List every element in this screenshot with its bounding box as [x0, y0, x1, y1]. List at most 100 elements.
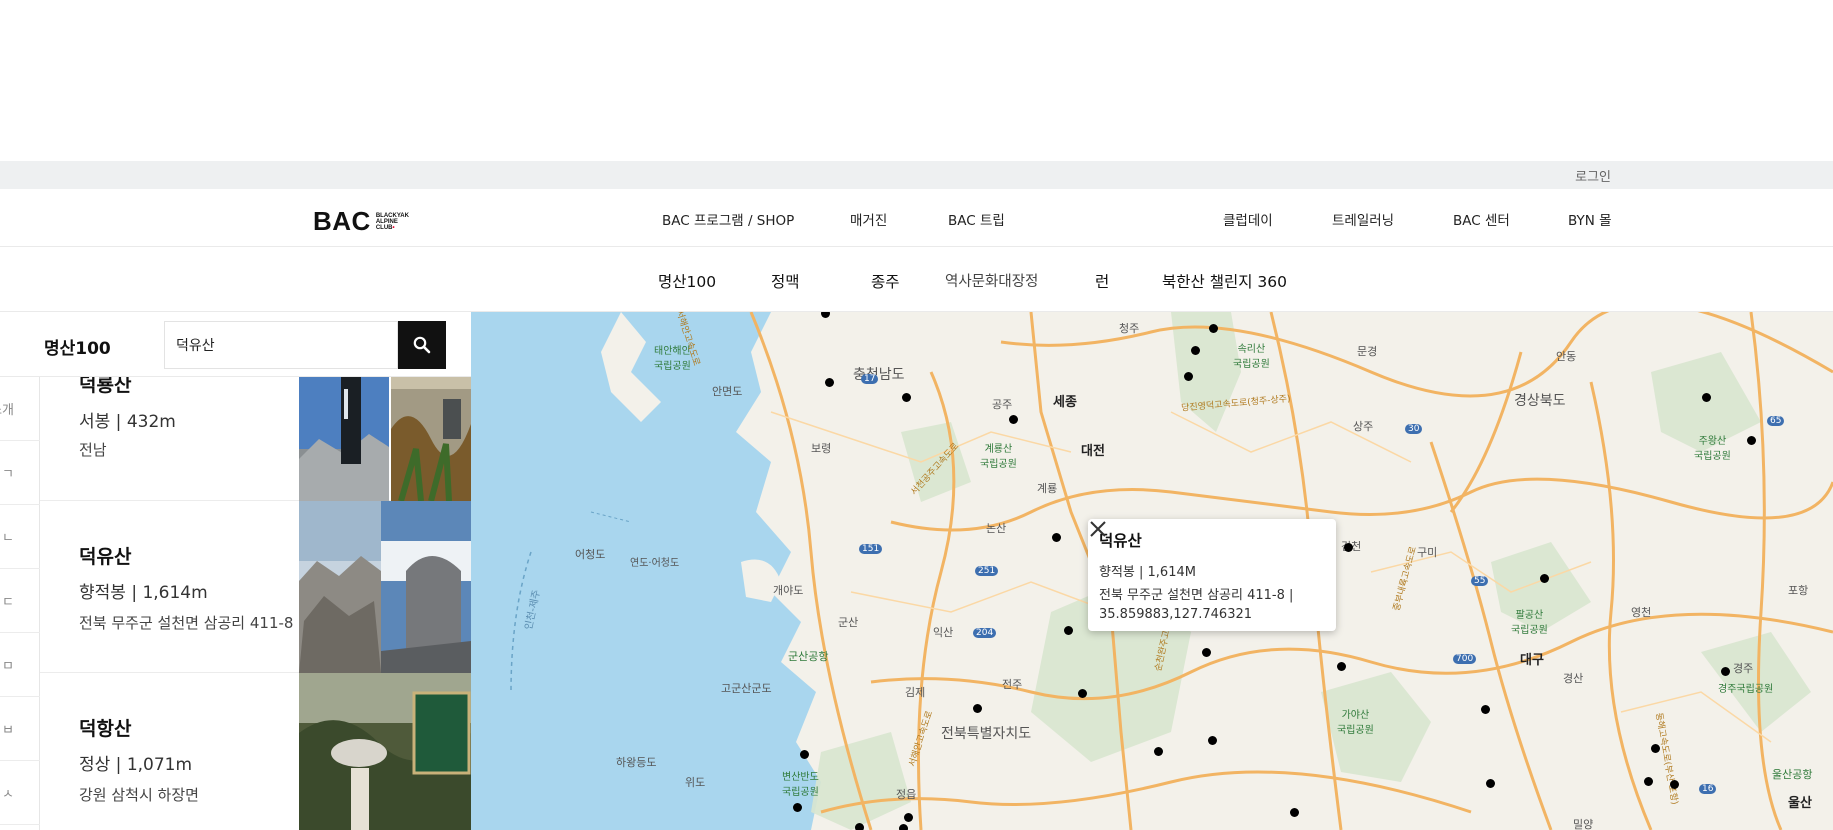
index-item-digeut[interactable]: ㄷ — [0, 569, 40, 633]
mountain-photo — [381, 501, 471, 673]
mountain-marker[interactable] — [1337, 662, 1346, 671]
mountain-marker[interactable] — [800, 750, 809, 759]
popup-address: 전북 무주군 설천면 삼공리 411-8 | — [1099, 588, 1294, 603]
tab-100-mountains[interactable]: 명산100 — [658, 270, 716, 292]
mountain-photo — [299, 501, 381, 673]
mountain-marker[interactable] — [899, 824, 908, 830]
city-label: 전주 — [1002, 678, 1023, 691]
mountain-marker[interactable] — [1670, 780, 1679, 789]
mountain-marker[interactable] — [1344, 543, 1353, 552]
mountain-photo — [391, 377, 471, 501]
mountain-card-deokhangsan[interactable]: 덕항산 정상 | 1,071m 강원 삼척시 하장면 — [40, 673, 471, 830]
mountain-marker[interactable] — [1064, 626, 1073, 635]
mountain-marker[interactable] — [1052, 533, 1061, 542]
index-item-intro[interactable]: 소개 — [0, 377, 40, 441]
logo-text: BAC — [313, 206, 371, 236]
map-view[interactable]: 충청남도 경상북도 전북특별자치도 세종 대전 대구 울산 청주 공주 보령 논… — [471, 312, 1833, 830]
mountain-marker[interactable] — [793, 803, 802, 812]
mountain-marker[interactable] — [904, 813, 913, 822]
close-icon[interactable] — [1088, 519, 1108, 539]
index-item-nieun[interactable]: ㄴ — [0, 505, 40, 569]
park-label: 팔공산 국립공원 — [1511, 610, 1548, 636]
city-label: 군산 — [838, 616, 859, 629]
index-label: ㅂ — [2, 723, 14, 738]
mountain-marker[interactable] — [1644, 777, 1653, 786]
mountain-marker[interactable] — [1184, 372, 1193, 381]
mountain-address: 전남 — [79, 441, 107, 459]
index-item-siot[interactable]: ㅅ — [0, 761, 40, 825]
mountain-marker[interactable] — [973, 704, 982, 713]
nav-bac-trip[interactable]: BAC 트립 — [948, 209, 1005, 229]
nav-magazine[interactable]: 매거진 — [850, 209, 887, 229]
mountain-marker[interactable] — [1290, 808, 1299, 817]
mountain-photo — [299, 673, 471, 830]
mountain-search-input[interactable] — [164, 321, 398, 369]
logo-sub-3: CLUB — [375, 224, 393, 231]
challenge-tabs: 명산100 정맥 종주 역사문화대장정 런 북한산 챌린지 360 — [0, 247, 1833, 312]
mountain-card-deogyusan[interactable]: 덕유산 향적봉 | 1,614m 전북 무주군 설천면 삼공리 411-8 — [40, 501, 471, 673]
mountain-marker[interactable] — [1154, 747, 1163, 756]
tab-bukhansan-360[interactable]: 북한산 챌린지 360 — [1162, 270, 1287, 292]
index-label: ㅁ — [2, 659, 14, 674]
park-label: 주왕산 국립공원 — [1694, 436, 1731, 462]
nav-byn-mall[interactable]: BYN 몰 — [1568, 209, 1612, 229]
route-shield: 65 — [1767, 416, 1785, 426]
city-label: 청주 — [1119, 322, 1140, 335]
search-icon — [413, 336, 431, 354]
park-label: 속리산 국립공원 — [1233, 344, 1270, 370]
index-item-bieup[interactable]: ㅂ — [0, 697, 40, 761]
tab-jeongmaek[interactable]: 정맥 — [771, 270, 800, 292]
city-label: 문경 — [1357, 345, 1378, 358]
index-item-mieum[interactable]: ㅁ — [0, 633, 40, 697]
mountain-marker[interactable] — [1486, 779, 1495, 788]
index-label: ㄴ — [2, 531, 14, 546]
airport-label: 군산공항 — [788, 650, 829, 663]
index-label: ㄱ — [2, 467, 14, 482]
route-shield: 17 — [861, 374, 879, 384]
mountain-marker-deogyusan[interactable] — [1202, 648, 1211, 657]
mountain-card-deokryongsan[interactable]: 덕룡산 서봉 | 432m 전남 — [40, 377, 471, 501]
search-button[interactable] — [398, 321, 446, 369]
nav-clubday[interactable]: 클럽데이 — [1223, 209, 1273, 229]
mountain-address: 전북 무주군 설천면 삼공리 411-8 — [79, 614, 294, 632]
city-label: 논산 — [986, 522, 1007, 535]
mountain-marker[interactable] — [1747, 436, 1756, 445]
route-shield: 251 — [975, 566, 999, 576]
island-label: 어청도 — [575, 548, 606, 561]
mountain-photo — [299, 377, 389, 501]
city-label: 안동 — [1556, 350, 1577, 363]
login-link[interactable]: 로그인 — [1575, 166, 1611, 185]
mountain-marker[interactable] — [1721, 667, 1730, 676]
nav-bac-program-shop[interactable]: BAC 프로그램 / SHOP — [662, 209, 794, 229]
mountain-marker[interactable] — [855, 823, 864, 830]
mountain-marker[interactable] — [825, 378, 834, 387]
mountain-marker[interactable] — [1540, 574, 1549, 583]
nav-bac-center[interactable]: BAC 센터 — [1453, 209, 1510, 229]
mountain-list: 덕룡산 서봉 | 432m 전남 덕유산 향적봉 | 1,614m 전북 무주군… — [40, 377, 471, 830]
mountain-marker[interactable] — [1209, 324, 1218, 333]
bac-logo[interactable]: BAC BLACKYAK ALPINE CLUB• — [313, 206, 409, 237]
city-label: 경산 — [1563, 672, 1584, 685]
route-shield: 700 — [1453, 654, 1477, 664]
index-item-giyeok[interactable]: ㄱ — [0, 441, 40, 505]
mountain-marker[interactable] — [1078, 689, 1087, 698]
mountain-marker[interactable] — [902, 393, 911, 402]
city-label: 보령 — [811, 442, 832, 455]
mountain-marker[interactable] — [1651, 744, 1660, 753]
island-label: 위도 — [685, 776, 706, 789]
region-label: 전북특별자치도 — [941, 726, 1032, 742]
tab-history-culture[interactable]: 역사문화대장정 — [945, 270, 1038, 291]
park-label: 계룡산 국립공원 — [980, 444, 1017, 470]
city-label: 경주 — [1733, 662, 1754, 675]
mountain-info-popup: 덕유산 향적봉 | 1,614M 전북 무주군 설천면 삼공리 411-8 | … — [1088, 519, 1336, 631]
mountain-marker[interactable] — [1191, 346, 1200, 355]
mountain-marker[interactable] — [1702, 393, 1711, 402]
mountain-marker[interactable] — [1009, 415, 1018, 424]
mountain-marker[interactable] — [1481, 705, 1490, 714]
tab-run[interactable]: 런 — [1095, 270, 1109, 292]
mountain-marker[interactable] — [1208, 736, 1217, 745]
tab-jongju[interactable]: 종주 — [871, 270, 900, 292]
utility-bar: 로그인 — [0, 161, 1833, 189]
nav-trail-running[interactable]: 트레일러닝 — [1332, 209, 1394, 229]
popup-coordinates: 35.859883,127.746321 — [1099, 607, 1253, 622]
